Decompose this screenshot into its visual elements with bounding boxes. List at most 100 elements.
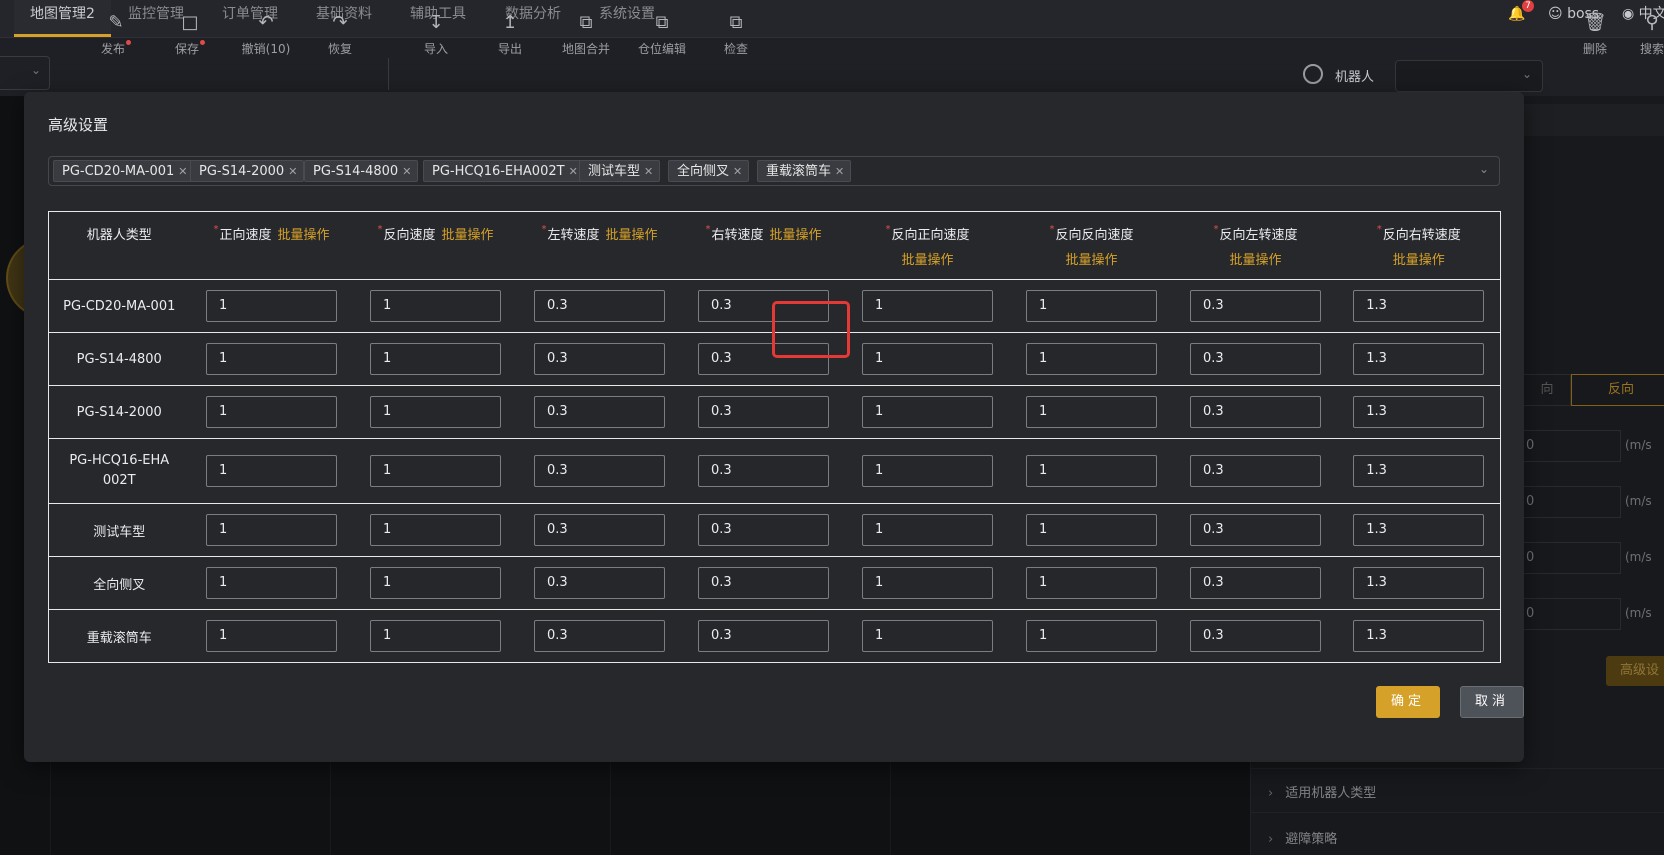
speed-input[interactable]: 0.3 <box>1190 567 1321 599</box>
speed-input[interactable]: 0.3 <box>534 343 665 375</box>
batch-action-link[interactable]: 批量操作 <box>1174 249 1338 268</box>
speed-input[interactable]: 1.3 <box>1353 343 1485 375</box>
speed-input[interactable]: 1.3 <box>1353 514 1485 546</box>
speed-input[interactable]: 0.3 <box>534 567 665 599</box>
close-icon[interactable]: ✕ <box>733 165 742 178</box>
toolbar-divider <box>388 58 389 90</box>
batch-action-link[interactable]: 批量操作 <box>606 228 658 243</box>
speed-input[interactable]: 1 <box>206 290 337 322</box>
speed-input[interactable]: 1 <box>1026 343 1157 375</box>
export-button[interactable]: ↥ 导出 <box>480 12 540 57</box>
speed-cell: 1 <box>1009 332 1174 386</box>
table-row: PG-HCQ16-EHA002T 1 1 0.3 0.3 1 1 0.3 1.3 <box>48 438 1501 504</box>
speed-input[interactable]: 1 <box>862 567 993 599</box>
speed-input[interactable]: 0.3 <box>1190 620 1321 652</box>
speed-input[interactable]: 0.3 <box>698 514 829 546</box>
col-header-reverse: *反向速度 批量操作 <box>353 211 518 280</box>
speed-input[interactable]: 1 <box>862 343 993 375</box>
redo-button[interactable]: ↷ 恢复 <box>310 12 370 57</box>
chevron-down-icon[interactable]: ⌄ <box>1479 162 1489 176</box>
speed-input[interactable]: 1 <box>370 343 501 375</box>
speed-input[interactable]: 1 <box>1026 567 1157 599</box>
map-select[interactable]: ⌄ <box>0 56 50 90</box>
speed-input[interactable]: 1 <box>1026 455 1157 487</box>
speed-input[interactable]: 1 <box>206 567 337 599</box>
import-button[interactable]: ↧ 导入 <box>406 12 466 57</box>
speed-input[interactable]: 0.3 <box>534 455 665 487</box>
batch-action-link[interactable]: 批量操作 <box>846 249 1010 268</box>
undo-button[interactable]: ↶ 撤销(10) <box>236 12 296 57</box>
speed-input[interactable]: 0.3 <box>534 620 665 652</box>
robot-select[interactable]: ⌄ <box>1395 60 1543 92</box>
table-row: 重载滚筒车 1 1 0.3 0.3 1 1 0.3 1.3 <box>48 609 1501 663</box>
cancel-button[interactable]: 取消 <box>1460 686 1524 718</box>
speed-input[interactable]: 1 <box>370 455 501 487</box>
speed-input[interactable]: 0.3 <box>1190 396 1321 428</box>
speed-input[interactable]: 1 <box>862 455 993 487</box>
confirm-button[interactable]: 确定 <box>1376 686 1440 718</box>
close-icon[interactable]: ✕ <box>644 165 653 178</box>
speed-input[interactable]: 1 <box>1026 290 1157 322</box>
speed-input[interactable]: 1.3 <box>1353 290 1485 322</box>
batch-action-link[interactable]: 批量操作 <box>770 228 822 243</box>
speed-input[interactable]: 1 <box>862 290 993 322</box>
check-button[interactable]: ⧉ 检查 <box>706 12 766 57</box>
delete-button[interactable]: 🗑 删除 <box>1565 12 1625 57</box>
speed-input[interactable]: 0.3 <box>698 396 829 428</box>
search-button[interactable]: ⚲ 搜索 <box>1622 12 1664 57</box>
speed-input[interactable]: 0.3 <box>1190 455 1321 487</box>
robot-type-multiselect[interactable]: PG-CD20-MA-001 ✕ PG-S14-2000 ✕ PG-S14-4800… <box>48 156 1500 186</box>
publish-button[interactable]: ✎ 发布 <box>86 12 146 57</box>
close-icon[interactable]: ✕ <box>178 165 187 178</box>
speed-input[interactable]: 1 <box>370 396 501 428</box>
speed-input[interactable]: 1.3 <box>1353 567 1485 599</box>
slot-edit-button[interactable]: ⧉ 仓位编辑 <box>632 12 692 57</box>
speed-input[interactable]: 1.3 <box>1353 455 1485 487</box>
speed-input[interactable]: 0.3 <box>698 455 829 487</box>
required-mark: * <box>1213 224 1219 235</box>
close-icon[interactable]: ✕ <box>835 165 844 178</box>
speed-cell: 1 <box>353 556 518 610</box>
speed-input[interactable]: 1 <box>370 567 501 599</box>
table-row: 测试车型 1 1 0.3 0.3 1 1 0.3 1.3 <box>48 503 1501 557</box>
speed-input[interactable]: 1 <box>206 455 337 487</box>
export-icon: ↥ <box>502 12 518 33</box>
close-icon[interactable]: ✕ <box>402 165 411 178</box>
speed-input[interactable]: 0.3 <box>1190 343 1321 375</box>
close-icon[interactable]: ✕ <box>288 165 297 178</box>
col-header-left-turn: *左转速度 批量操作 <box>517 211 682 280</box>
speed-input[interactable]: 0.3 <box>1190 514 1321 546</box>
speed-input[interactable]: 1 <box>370 514 501 546</box>
speed-input[interactable]: 0.3 <box>534 290 665 322</box>
speed-input[interactable]: 0.3 <box>534 514 665 546</box>
speed-input[interactable]: 1 <box>206 514 337 546</box>
batch-action-link[interactable]: 批量操作 <box>442 228 494 243</box>
batch-action-link[interactable]: 批量操作 <box>1338 249 1501 268</box>
batch-action-link[interactable]: 批量操作 <box>278 228 330 243</box>
speed-input[interactable]: 0.3 <box>698 567 829 599</box>
speed-input[interactable]: 1 <box>1026 514 1157 546</box>
speed-input[interactable]: 1 <box>862 620 993 652</box>
speed-input[interactable]: 1 <box>862 514 993 546</box>
speed-input[interactable]: 0.3 <box>534 396 665 428</box>
speed-cell: 1 <box>353 503 518 557</box>
speed-input[interactable]: 1.3 <box>1353 620 1485 652</box>
speed-input[interactable]: 1 <box>1026 396 1157 428</box>
speed-input[interactable]: 1.3 <box>1353 396 1485 428</box>
batch-action-link[interactable]: 批量操作 <box>1010 249 1174 268</box>
highlight-box <box>772 301 850 358</box>
speed-input[interactable]: 1 <box>862 396 993 428</box>
close-icon[interactable]: ✕ <box>569 165 578 178</box>
speed-input[interactable]: 1 <box>370 620 501 652</box>
speed-input[interactable]: 1 <box>206 620 337 652</box>
speed-input[interactable]: 0.3 <box>698 620 829 652</box>
speed-input[interactable]: 0.3 <box>1190 290 1321 322</box>
speed-input[interactable]: 1 <box>1026 620 1157 652</box>
save-button[interactable]: □ 保存 <box>160 12 220 57</box>
speed-input[interactable]: 1 <box>206 343 337 375</box>
speed-input[interactable]: 1 <box>206 396 337 428</box>
speed-cell: 1.3 <box>1337 556 1501 610</box>
speed-input[interactable]: 1 <box>370 290 501 322</box>
required-mark: * <box>1049 224 1055 235</box>
merge-map-button[interactable]: ⧉ 地图合并 <box>556 12 616 57</box>
